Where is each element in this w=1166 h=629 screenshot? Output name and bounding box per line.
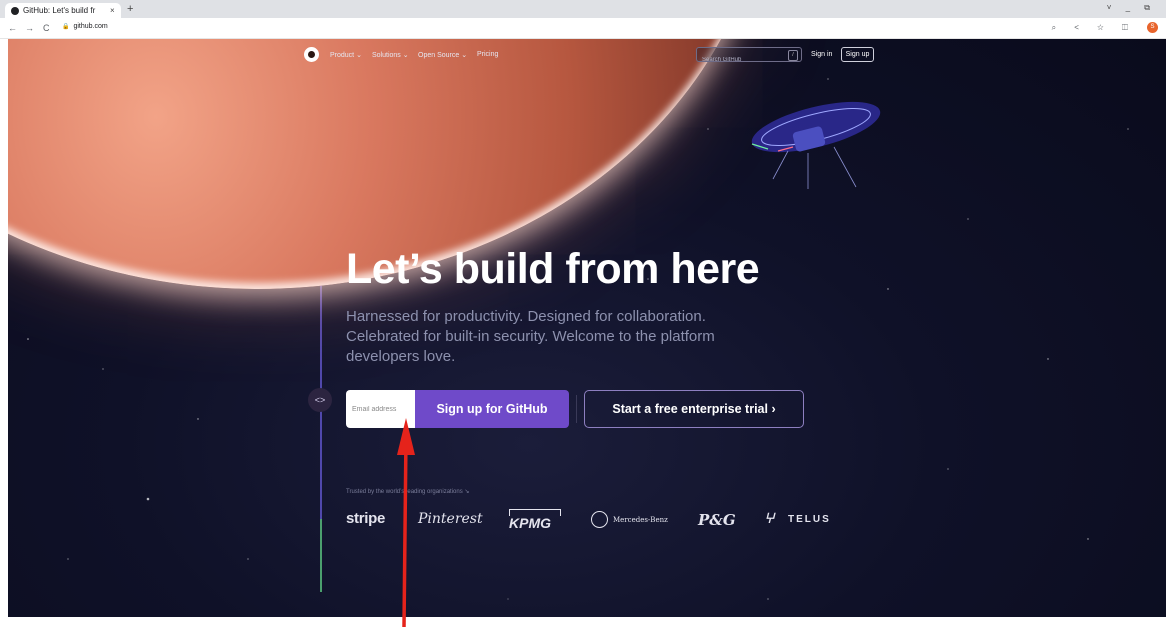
annotation-arrow-icon	[397, 418, 415, 628]
